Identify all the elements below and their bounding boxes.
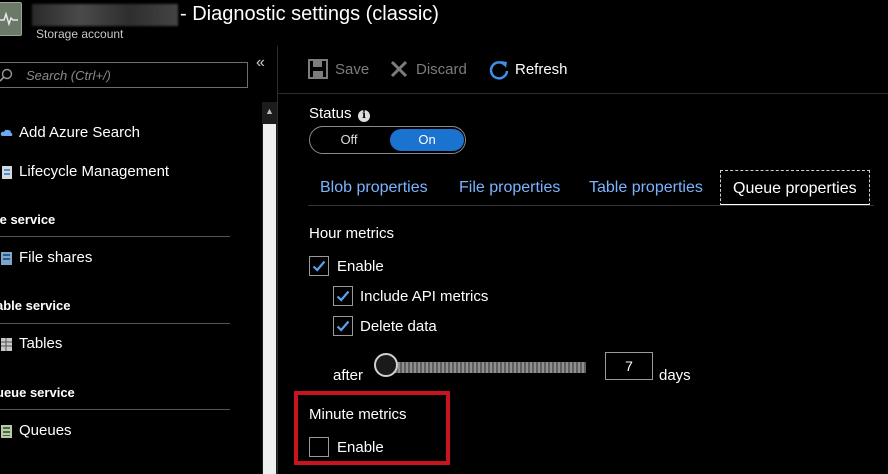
retention-slider-thumb[interactable] [374, 353, 398, 377]
divider [0, 236, 230, 237]
table-icon [1, 338, 12, 351]
storage-account-icon [0, 2, 22, 36]
divider [0, 409, 230, 410]
delete-data-label: Delete data [360, 318, 437, 335]
tab-table-properties[interactable]: Table properties [577, 170, 715, 206]
sidebar-item-queues[interactable]: Queues [0, 420, 250, 448]
status-label: Status [309, 105, 352, 122]
minute-metrics-title: Minute metrics [309, 406, 407, 423]
sidebar-item-label: Queues [19, 422, 72, 439]
command-bar: Save Discard Refresh [278, 46, 888, 94]
group-heading-queue-service: ueue service [0, 385, 75, 400]
delete-data-checkbox[interactable] [333, 316, 353, 336]
queue-icon [1, 425, 12, 438]
diagnostic-settings-panel: Save Discard Refresh Status i Off On Blo… [277, 46, 888, 474]
include-api-metrics-checkbox[interactable] [333, 286, 353, 306]
refresh-label: Refresh [515, 61, 568, 78]
resource-menu: Search (Ctrl+/) « Add Azure Search Lifec… [0, 46, 277, 474]
search-placeholder: Search (Ctrl+/) [26, 68, 111, 83]
hour-metrics-enable-label: Enable [337, 258, 384, 275]
resource-type-label: Storage account [36, 27, 124, 41]
group-heading-table-service: able service [0, 298, 71, 313]
close-icon [390, 60, 408, 78]
checkmark-icon [336, 320, 350, 332]
save-button[interactable]: Save [308, 59, 370, 81]
cloud-search-icon [0, 129, 13, 136]
status-on-option[interactable]: On [390, 129, 464, 151]
status-toggle[interactable]: Off On [309, 126, 466, 154]
days-label: days [659, 367, 691, 384]
info-icon[interactable]: i [358, 110, 370, 122]
discard-button[interactable]: Discard [389, 59, 469, 81]
checkmark-icon [312, 260, 326, 272]
refresh-icon [489, 61, 509, 80]
refresh-button[interactable]: Refresh [488, 59, 572, 81]
tabs-divider [308, 205, 874, 206]
page-title: - Diagnostic settings (classic) [180, 3, 439, 25]
after-label: after [333, 367, 364, 384]
save-label: Save [335, 61, 370, 78]
file-share-icon [1, 252, 12, 265]
redacted-resource-name [32, 4, 178, 26]
discard-label: Discard [416, 61, 467, 78]
sidebar-item-label: Lifecycle Management [19, 163, 170, 180]
sidebar-item-label: Tables [19, 335, 63, 352]
include-api-metrics-label: Include API metrics [360, 288, 489, 305]
sidebar-scrollbar[interactable]: ▲ [262, 102, 277, 474]
minute-metrics-enable-checkbox[interactable] [309, 437, 329, 457]
minute-metrics-enable-label: Enable [337, 439, 384, 456]
menu-search-input[interactable]: Search (Ctrl+/) [0, 62, 248, 88]
group-heading-file-service: le service [0, 212, 56, 227]
search-icon [0, 68, 13, 82]
status-off-option[interactable]: Off [310, 127, 388, 153]
retention-slider-track[interactable] [378, 362, 586, 373]
sidebar-item-tables[interactable]: Tables [0, 333, 250, 361]
hour-metrics-title: Hour metrics [309, 225, 395, 242]
blade-header: - Diagnostic settings (classic) Storage … [0, 0, 888, 46]
collapse-menu-button[interactable]: « [256, 54, 265, 72]
sidebar-item-add-azure-search[interactable]: Add Azure Search [0, 122, 250, 150]
retention-days-input[interactable]: 7 [605, 352, 653, 380]
tab-queue-properties[interactable]: Queue properties [720, 170, 870, 206]
checkmark-icon [336, 290, 350, 302]
sidebar-item-lifecycle-management[interactable]: Lifecycle Management [0, 161, 250, 189]
sidebar-item-file-shares[interactable]: File shares [0, 247, 250, 275]
tab-blob-properties[interactable]: Blob properties [308, 170, 440, 206]
sidebar-item-label: File shares [19, 249, 93, 266]
save-icon [308, 59, 328, 79]
sidebar-item-label: Add Azure Search [19, 124, 140, 141]
divider [0, 323, 230, 324]
scrollbar-thumb[interactable] [263, 124, 276, 474]
lifecycle-icon [2, 166, 12, 179]
scroll-up-arrow-icon[interactable]: ▲ [262, 106, 277, 116]
tab-file-properties[interactable]: File properties [447, 170, 572, 206]
hour-metrics-enable-checkbox[interactable] [309, 256, 329, 276]
